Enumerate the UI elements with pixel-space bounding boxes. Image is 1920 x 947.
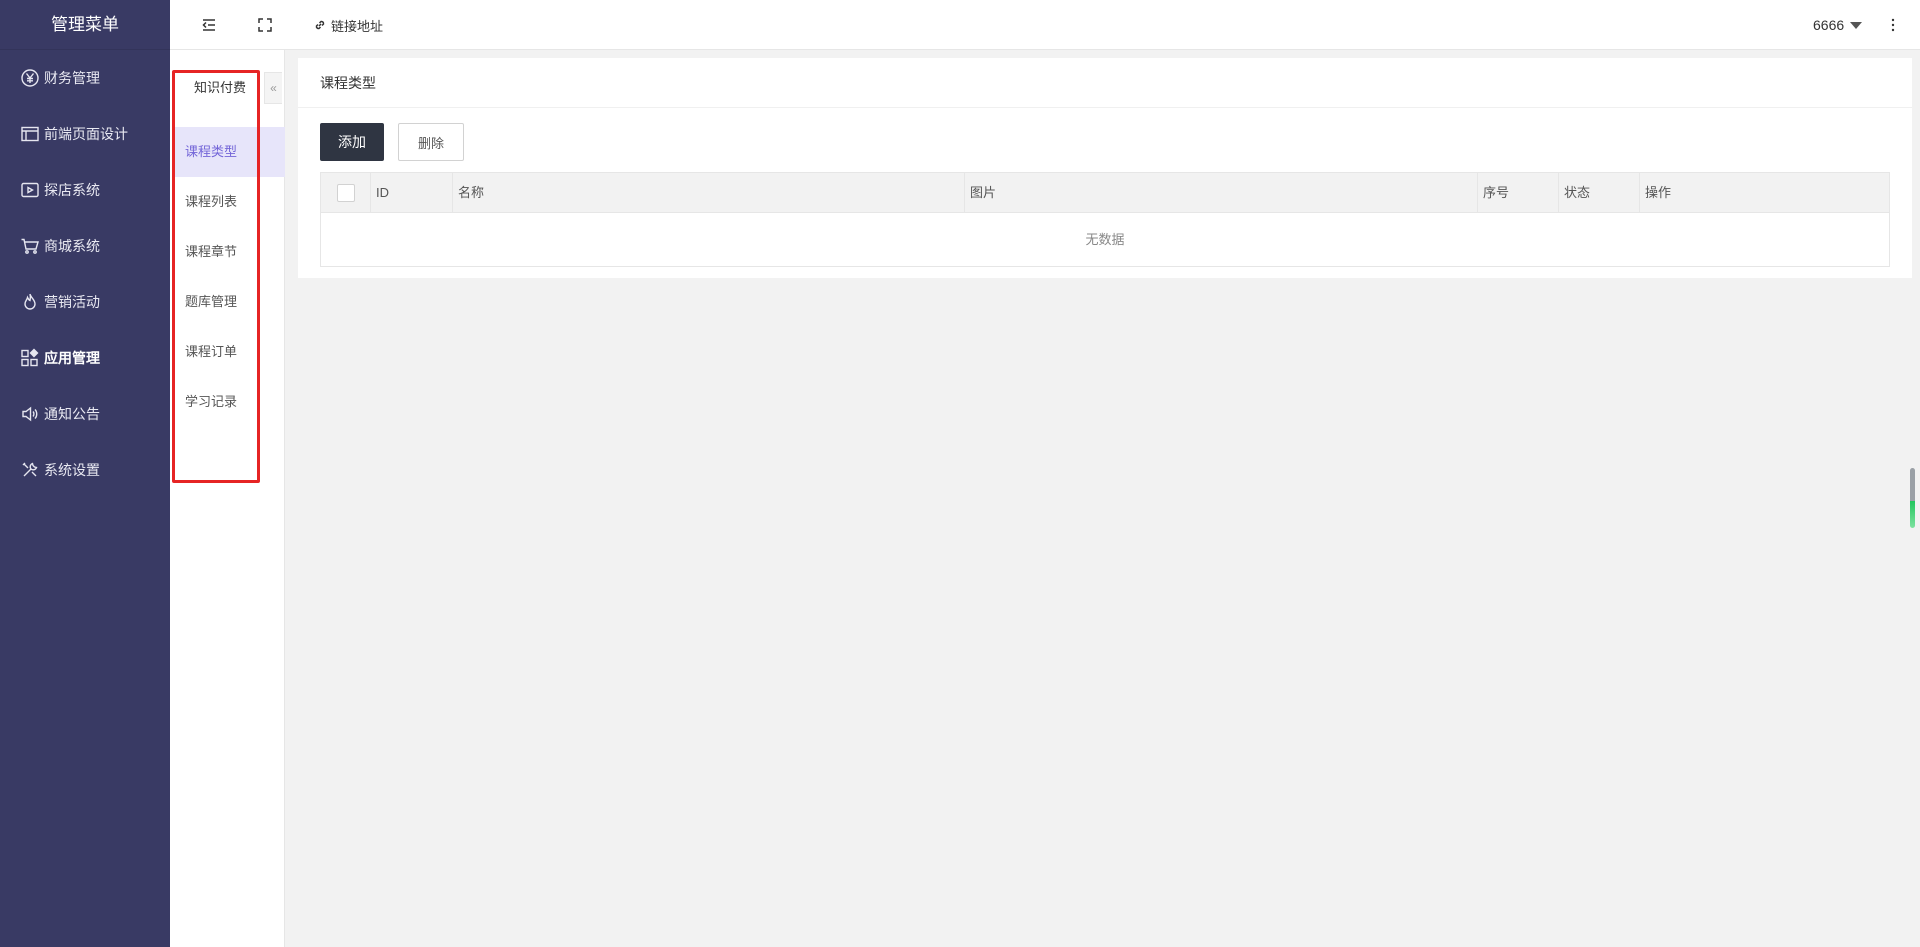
sidebar-item-finance[interactable]: 财务管理 [0,50,170,106]
sidebar-item-label: 应用管理 [44,350,100,366]
sidebar-item-marketing[interactable]: 营销活动 [0,274,170,330]
scroll-indicator[interactable] [1910,468,1915,528]
speaker-icon [20,404,40,424]
column-header-order[interactable]: 序号 [1478,173,1559,213]
cart-icon [20,236,40,256]
fullscreen-icon [258,18,272,32]
column-header-name[interactable]: 名称 [453,173,965,213]
sidebar-title: 管理菜单 [0,0,170,50]
column-header-image[interactable]: 图片 [965,173,1478,213]
submenu-item-course-type[interactable]: 课程类型 [175,127,285,177]
select-all-checkbox[interactable] [336,184,355,202]
top-bar: 链接地址 6666 [170,0,1920,50]
sidebar-item-label: 财务管理 [44,70,100,86]
link-address-button[interactable]: 链接地址 [313,15,383,35]
video-icon [20,180,40,200]
yen-icon [20,68,40,88]
user-menu[interactable]: 6666 [1813,15,1863,35]
table-header: ID 名称 图片 序号 状态 操作 [321,173,1889,213]
caret-down-icon [1850,21,1863,29]
sidebar-item-label: 营销活动 [44,294,100,310]
sidebar-item-frontend-design[interactable]: 前端页面设计 [0,106,170,162]
user-name: 6666 [1813,17,1845,33]
sidebar-item-store-visit[interactable]: 探店系统 [0,162,170,218]
select-all-cell [321,173,371,213]
more-button[interactable] [1890,15,1896,35]
column-header-actions[interactable]: 操作 [1640,173,1889,213]
indent-icon [202,19,215,31]
add-button[interactable]: 添加 [320,123,384,161]
empty-state: 无数据 [321,213,1889,266]
submenu-item-course-orders[interactable]: 课程订单 [175,327,285,377]
data-table: ID 名称 图片 序号 状态 操作 无数据 [320,172,1890,267]
delete-button[interactable]: 删除 [398,123,464,161]
submenu-item-course-chapter[interactable]: 课程章节 [175,227,285,277]
column-header-status[interactable]: 状态 [1559,173,1640,213]
submenu-item-study-records[interactable]: 学习记录 [175,377,285,427]
link-address-label: 链接地址 [331,18,384,34]
sidebar-item-mall[interactable]: 商城系统 [0,218,170,274]
content-card: 课程类型 添加 删除 ID 名称 图片 序号 状态 操作 无数据 [298,58,1912,278]
layout-icon [20,124,40,144]
more-vertical-icon [1891,18,1895,32]
submenu-item-course-list[interactable]: 课程列表 [175,177,285,227]
column-header-id[interactable]: ID [371,173,453,213]
sidebar-item-label: 商城系统 [44,238,100,254]
collapse-panel-button[interactable]: « [264,72,282,104]
sidebar-item-system-settings[interactable]: 系统设置 [0,442,170,498]
apps-icon [20,348,40,368]
secondary-panel: 知识付费 « 课程类型 课程列表 课程章节 题库管理 课程订单 学习记录 [170,50,285,947]
sidebar-item-label: 探店系统 [44,182,100,198]
sidebar-item-label: 系统设置 [44,462,100,478]
fullscreen-button[interactable] [256,15,274,35]
tools-icon [20,460,40,480]
page-title: 课程类型 [298,58,1912,108]
tab-knowledge-payment[interactable]: 知识付费 [175,70,265,106]
fire-icon [20,292,40,312]
sidebar-item-app-management[interactable]: 应用管理 [0,330,170,386]
sidebar-item-label: 前端页面设计 [44,126,128,142]
double-chevron-left-icon: « [270,81,277,95]
toggle-menu-button[interactable] [200,15,218,35]
submenu-item-question-bank[interactable]: 题库管理 [175,277,285,327]
sidebar-item-label: 通知公告 [44,406,100,422]
secondary-menu: 课程类型 课程列表 课程章节 题库管理 课程订单 学习记录 [175,127,285,427]
sidebar-item-notice[interactable]: 通知公告 [0,386,170,442]
link-icon [315,20,325,30]
action-bar: 添加 删除 [320,123,464,161]
main-sidebar: 管理菜单 财务管理 前端页面设计 探店系统 商城系统 营销活动 应用管理 通知公… [0,0,170,947]
